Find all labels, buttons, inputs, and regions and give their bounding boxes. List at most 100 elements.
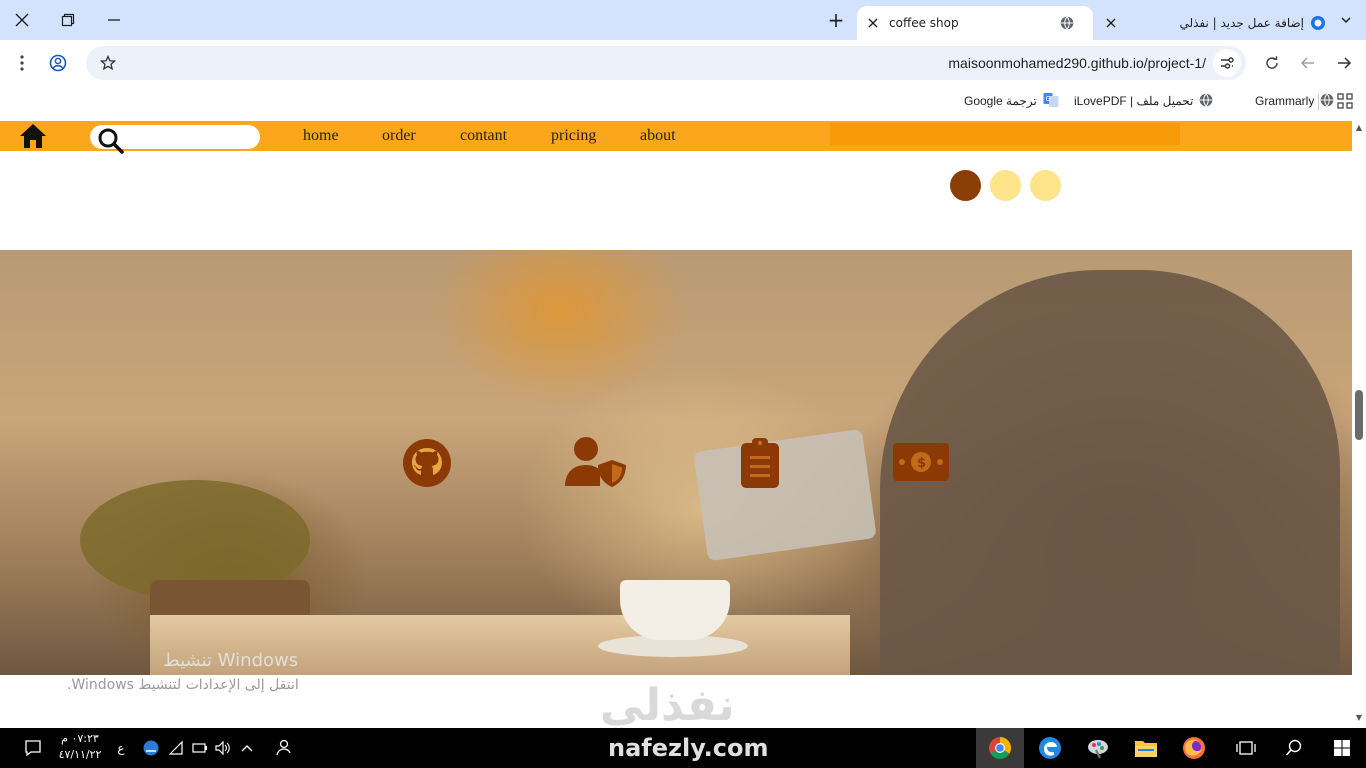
tab-close-button[interactable] (865, 15, 881, 31)
url-text[interactable]: maisoonmohamed290.github.io/project-1/ (948, 46, 1206, 80)
reload-button[interactable] (1258, 49, 1286, 77)
chevron-down-icon (1341, 17, 1351, 24)
tray-overflow-button[interactable] (238, 728, 256, 768)
account-icon (49, 54, 67, 72)
apps-button[interactable] (1337, 90, 1353, 112)
tray-wifi-button[interactable] (166, 728, 186, 768)
nav-highlight-bar (830, 123, 1180, 145)
hero-cup-shape (620, 580, 730, 640)
chrome-icon (989, 737, 1011, 759)
wifi-icon (168, 740, 183, 755)
clock-time: ٠٧:٢٣ م (61, 732, 99, 745)
tray-volume-button[interactable] (213, 728, 233, 768)
slider-dot-active[interactable] (950, 170, 981, 201)
nav-pricing-link[interactable]: pricing (551, 127, 596, 145)
volume-icon (215, 741, 230, 755)
minimize-window-button[interactable] (100, 6, 128, 34)
svg-text:$: $ (917, 456, 926, 471)
address-bar[interactable]: maisoonmohamed290.github.io/project-1/ (86, 46, 1246, 80)
profile-button[interactable] (44, 49, 72, 77)
close-window-button[interactable] (8, 6, 36, 34)
github-icon[interactable] (402, 438, 452, 488)
search-icon[interactable] (96, 126, 126, 154)
hero-image: $ (0, 250, 1352, 675)
hero-tablet-shape (693, 428, 877, 562)
bookmark-label: Grammarly (1255, 94, 1315, 108)
taskbar-file-explorer-button[interactable] (1122, 728, 1170, 768)
chevron-up-icon (241, 745, 253, 752)
battery-icon (192, 743, 207, 753)
nafezly-logo-icon (1310, 15, 1326, 31)
language-indicator[interactable]: ع (112, 728, 130, 768)
tab-nafezly[interactable]: إضافة عمل جديد | نفذلي (1096, 6, 1326, 40)
minimize-icon (108, 19, 120, 21)
tab-search-button[interactable] (1332, 6, 1360, 34)
nav-home-link[interactable]: home (303, 127, 339, 145)
task-view-icon (1236, 741, 1256, 755)
tray-battery-button[interactable] (190, 728, 210, 768)
bookmark-label: iLovePDF | تحميل ملف (1074, 94, 1194, 108)
money-bill-icon[interactable]: $ (892, 442, 950, 482)
site-navbar: home order contant pricing about (0, 121, 1352, 154)
browser-toolbar: maisoonmohamed290.github.io/project-1/ (0, 40, 1366, 86)
search-icon (1285, 739, 1302, 756)
nafezly-watermark-url: nafezly.com (608, 734, 769, 762)
bookmarks-divider (1318, 94, 1319, 110)
bookmark-google-translate[interactable]: ترجمة Google G (964, 90, 1059, 112)
user-shield-icon[interactable] (564, 436, 628, 488)
people-icon (276, 739, 291, 756)
taskbar-firefox-button[interactable] (1170, 728, 1218, 768)
folder-icon (1135, 741, 1157, 757)
apps-grid-icon (1337, 93, 1353, 109)
windows-activation-subtitle: انتقل إلى الإعدادات لتنشيط Windows. (67, 677, 299, 693)
close-icon (15, 13, 29, 27)
bookmark-ilovepdf[interactable]: iLovePDF | تحميل ملف (1074, 90, 1213, 112)
nafezly-watermark-logo: نفذلي (600, 680, 735, 728)
nav-order-link[interactable]: order (382, 127, 416, 145)
windows-logo-icon (1334, 740, 1350, 756)
tray-weather-button[interactable] (140, 728, 162, 768)
scrollbar-thumb[interactable] (1355, 390, 1363, 440)
tab-coffee-shop[interactable]: coffee shop (857, 6, 1093, 40)
taskbar-search-button[interactable] (1280, 728, 1308, 768)
windows-activation-title: تنشيط Windows (163, 650, 299, 671)
forward-button[interactable] (1294, 49, 1322, 77)
taskbar-clock[interactable]: ٠٧:٢٣ م ٤٧/١١/٢٢ (50, 731, 110, 763)
reload-icon (1266, 56, 1278, 69)
paint-icon (1088, 740, 1108, 759)
notification-center-button[interactable] (18, 728, 48, 768)
page-scrollbar[interactable]: ▲ ▼ (1352, 115, 1366, 728)
tab-title: coffee shop (889, 16, 959, 30)
bookmark-grammarly[interactable]: Grammarly (1255, 90, 1334, 112)
site-info-button[interactable] (1213, 49, 1241, 77)
people-button[interactable] (272, 728, 294, 768)
home-icon[interactable] (18, 122, 48, 150)
scroll-up-arrow-icon[interactable]: ▲ (1354, 123, 1364, 133)
slider-dot[interactable] (990, 170, 1021, 201)
tab-close-button[interactable] (1104, 15, 1118, 31)
cloud-icon (143, 740, 159, 756)
restore-window-button[interactable] (54, 6, 82, 34)
new-tab-button[interactable]: + (822, 6, 850, 34)
taskbar-edge-button[interactable] (1026, 728, 1074, 768)
scroll-down-arrow-icon[interactable]: ▼ (1354, 713, 1364, 723)
start-button[interactable] (1328, 728, 1356, 768)
svg-text:G: G (1045, 95, 1050, 103)
nav-about-link[interactable]: about (640, 127, 676, 145)
task-view-button[interactable] (1232, 728, 1260, 768)
close-icon (868, 18, 878, 28)
nav-contant-link[interactable]: contant (460, 127, 507, 145)
back-button[interactable] (1330, 49, 1358, 77)
bookmark-star-button[interactable] (94, 49, 122, 77)
taskbar-chrome-button[interactable] (976, 728, 1024, 768)
globe-icon (1059, 15, 1075, 31)
menu-button[interactable] (8, 49, 36, 77)
clipboard-list-icon[interactable] (740, 437, 780, 489)
bookmark-label: ترجمة Google (964, 94, 1037, 108)
globe-icon (1320, 93, 1334, 110)
taskbar-paint-button[interactable] (1074, 728, 1122, 768)
firefox-icon (1183, 737, 1205, 759)
slider-dot[interactable] (1030, 170, 1061, 201)
restore-icon (61, 13, 75, 27)
more-vert-icon (20, 55, 24, 71)
